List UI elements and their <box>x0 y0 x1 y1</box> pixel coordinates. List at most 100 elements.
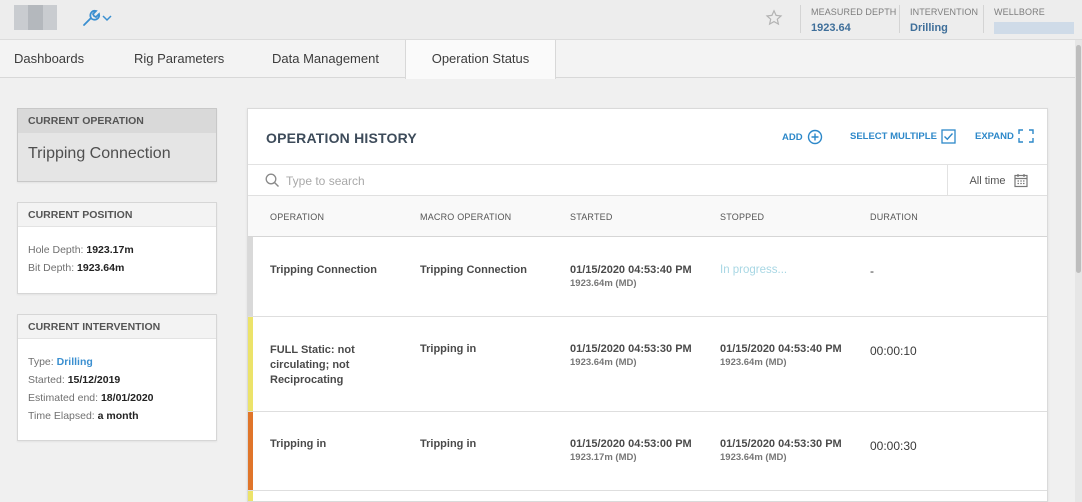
estimated-end-value: 18/01/2020 <box>100 392 154 404</box>
intervention-started-label: Started: <box>28 374 65 386</box>
table-row[interactable]: Tripping Connection Tripping Connection … <box>248 237 1047 317</box>
divider <box>983 5 984 33</box>
operation-history-panel: OPERATION HISTORY ADD SELECT MULTIPLE EX… <box>247 108 1048 502</box>
column-header-operation[interactable]: OPERATION <box>270 212 324 222</box>
intervention-started-row: Started: 15/12/2019 <box>28 374 206 386</box>
row-stopped: 01/15/2020 04:53:40 PM 1923.64m (MD) <box>720 343 842 368</box>
top-bar: MEASURED DEPTH 1923.64 INTERVENTION Dril… <box>0 0 1082 40</box>
row-stopped-depth: 1923.64m (MD) <box>720 357 787 368</box>
column-header-macro-operation[interactable]: MACRO OPERATION <box>420 212 511 222</box>
add-button[interactable]: ADD <box>782 129 823 145</box>
bit-depth-label: Bit Depth: <box>28 262 75 274</box>
hole-depth-row: Hole Depth: 1923.17m <box>28 244 206 256</box>
row-duration: - <box>870 264 874 278</box>
search-icon <box>265 173 279 187</box>
table-row[interactable]: FULL Static: not circulating; not Recipr… <box>248 317 1047 412</box>
row-duration: 00:00:10 <box>870 344 917 358</box>
measured-depth-label: MEASURED DEPTH <box>811 7 897 17</box>
row-operation: FULL Static: not circulating; not Recipr… <box>270 344 355 386</box>
intervention-label: INTERVENTION <box>910 7 979 17</box>
row-started: 01/15/2020 04:53:30 PM 1923.64m (MD) <box>570 343 692 368</box>
wrench-icon <box>83 9 101 26</box>
column-header-started[interactable]: STARTED <box>570 212 613 222</box>
wellbore-value-redacted <box>994 22 1074 34</box>
row-started-time: 01/15/2020 04:53:30 PM <box>570 343 692 355</box>
row-started-depth: 1923.17m (MD) <box>570 452 637 463</box>
row-macro-operation: Tripping in <box>420 343 477 355</box>
intervention-started-value: 15/12/2019 <box>67 374 121 386</box>
add-label: ADD <box>782 131 803 143</box>
intervention-type-link[interactable]: Drilling <box>57 356 93 368</box>
wellbore-selector[interactable]: WELLBORE <box>994 7 1074 34</box>
intervention-end-row: Estimated end: 18/01/2020 <box>28 392 206 404</box>
scrollbar-thumb[interactable] <box>1076 45 1081 273</box>
row-stopped-time: 01/15/2020 04:53:40 PM <box>720 343 842 355</box>
current-operation-card: CURRENT OPERATION Tripping Connection <box>17 108 217 182</box>
current-intervention-heading: CURRENT INTERVENTION <box>18 315 216 339</box>
intervention-info: INTERVENTION Drilling <box>910 7 978 34</box>
row-started-depth: 1923.64m (MD) <box>570 278 637 289</box>
search-bar: All time <box>248 164 1047 196</box>
page-scrollbar[interactable] <box>1075 40 1082 502</box>
measured-depth-info: MEASURED DEPTH 1923.64 <box>811 7 896 34</box>
table-row[interactable]: Tripping in Tripping in 01/15/2020 04:53… <box>248 412 1047 491</box>
row-stopped: 01/15/2020 04:53:30 PM 1923.64m (MD) <box>720 438 842 463</box>
select-multiple-button[interactable]: SELECT MULTIPLE <box>850 129 956 144</box>
time-filter-button[interactable]: All time <box>947 165 1047 196</box>
row-status-bar <box>248 491 253 501</box>
intervention-type-label: Type: <box>28 356 54 368</box>
row-macro-operation: Tripping in <box>420 438 477 450</box>
row-status-bar <box>248 412 253 490</box>
tab-data-management[interactable]: Data Management <box>272 40 379 78</box>
measured-depth-value: 1923.64 <box>811 22 851 34</box>
row-operation: Tripping Connection <box>270 264 377 276</box>
time-filter-label: All time <box>969 174 1006 187</box>
tab-operation-status[interactable]: Operation Status <box>405 40 556 79</box>
row-duration: 00:00:30 <box>870 439 917 453</box>
row-started: 01/15/2020 04:53:40 PM 1923.64m (MD) <box>570 264 692 289</box>
divider <box>899 5 900 33</box>
hole-depth-value: 1923.17m <box>86 244 134 256</box>
row-started: 01/15/2020 04:53:00 PM 1923.17m (MD) <box>570 438 692 463</box>
tools-menu-button[interactable] <box>80 8 114 28</box>
current-position-card: CURRENT POSITION Hole Depth: 1923.17m Bi… <box>17 202 217 294</box>
divider <box>800 5 801 33</box>
bit-depth-row: Bit Depth: 1923.64m <box>28 262 206 274</box>
row-started-time: 01/15/2020 04:53:00 PM <box>570 438 692 450</box>
time-elapsed-row: Time Elapsed: a month <box>28 410 206 422</box>
expand-button[interactable]: EXPAND <box>975 129 1034 143</box>
row-stopped-time: 01/15/2020 04:53:30 PM <box>720 438 842 450</box>
wellbore-label: WELLBORE <box>994 7 1045 17</box>
row-started-depth: 1923.64m (MD) <box>570 357 637 368</box>
row-stopped-depth: 1923.64m (MD) <box>720 452 787 463</box>
row-started-time: 01/15/2020 04:53:40 PM <box>570 264 692 276</box>
bit-depth-value: 1923.64m <box>77 262 125 274</box>
column-header-stopped[interactable]: STOPPED <box>720 212 764 222</box>
favorite-star-icon[interactable] <box>765 9 783 27</box>
company-logo[interactable] <box>14 5 57 30</box>
estimated-end-label: Estimated end: <box>28 392 99 404</box>
intervention-value: Drilling <box>910 22 948 34</box>
current-intervention-card: CURRENT INTERVENTION Type: Drilling Star… <box>17 314 217 441</box>
row-stopped-in-progress: In progress... <box>720 264 788 276</box>
row-status-bar <box>248 237 253 316</box>
column-header-duration[interactable]: DURATION <box>870 212 918 222</box>
select-multiple-label: SELECT MULTIPLE <box>850 131 937 142</box>
row-status-bar <box>248 317 253 411</box>
current-operation-heading: CURRENT OPERATION <box>18 109 216 133</box>
intervention-type-row: Type: Drilling <box>28 356 206 368</box>
row-operation: Tripping in <box>270 438 327 450</box>
expand-icon <box>1018 129 1034 143</box>
table-row[interactable] <box>248 491 1047 501</box>
tab-dashboards[interactable]: Dashboards <box>14 40 84 78</box>
main-tabs: Dashboards Rig Parameters Data Managemen… <box>0 40 1075 79</box>
tab-rig-parameters[interactable]: Rig Parameters <box>134 40 224 78</box>
current-operation-name: Tripping Connection <box>28 145 171 162</box>
search-input[interactable] <box>286 171 886 191</box>
table-header: OPERATION MACRO OPERATION STARTED STOPPE… <box>248 196 1047 237</box>
time-elapsed-label: Time Elapsed: <box>28 410 95 422</box>
chevron-down-icon <box>102 15 112 22</box>
checkbox-icon <box>941 129 956 144</box>
expand-label: EXPAND <box>975 130 1014 142</box>
row-macro-operation: Tripping Connection <box>420 264 527 276</box>
